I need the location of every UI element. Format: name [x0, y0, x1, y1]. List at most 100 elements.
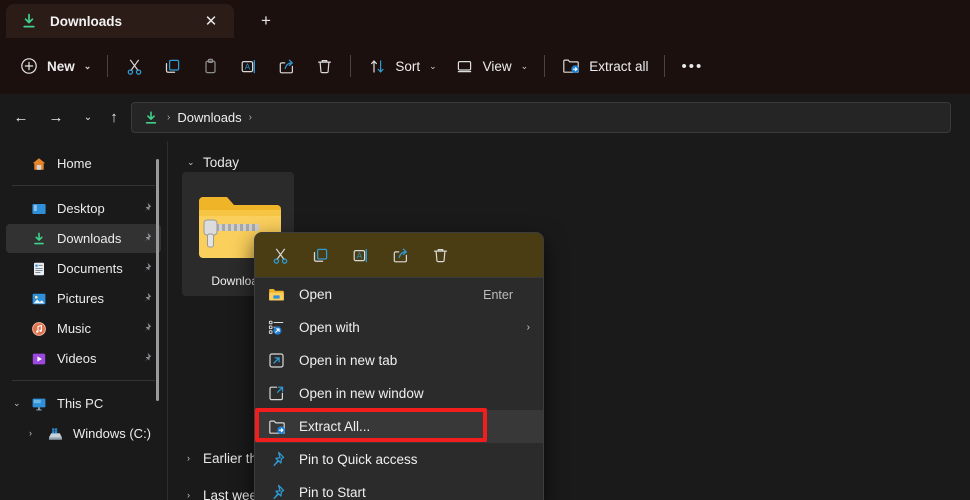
sidebar-item-pictures[interactable]: Pictures [6, 284, 161, 313]
sidebar-item-documents[interactable]: Documents [6, 254, 161, 283]
breadcrumb-separator[interactable]: › [249, 112, 252, 123]
toolbar-divider [544, 55, 546, 77]
context-menu-item-label: Pin to Quick access [299, 452, 418, 467]
group-label: Today [203, 154, 240, 170]
scissors-icon [124, 56, 144, 76]
context-menu-item-open-in-new-window[interactable]: Open in new window [255, 377, 543, 410]
extract-folder-icon [267, 417, 286, 436]
title-bar: Downloads ✕ + [0, 0, 970, 38]
copy-icon [162, 56, 182, 76]
sidebar-item-label: Windows (C:) [73, 426, 152, 441]
rename-button[interactable]: A [343, 239, 377, 271]
tab-title: Downloads [50, 13, 123, 29]
breadcrumb[interactable]: › Downloads › [131, 102, 951, 133]
new-window-icon [267, 384, 286, 403]
tab-downloads[interactable]: Downloads ✕ [6, 4, 234, 38]
context-menu-item-pin-to-start[interactable]: Pin to Start [255, 476, 543, 500]
sidebar-item-windows-c[interactable]: › Windows (C:) [6, 419, 161, 448]
context-menu-item-open-in-new-tab[interactable]: Open in new tab [255, 344, 543, 377]
context-menu-item-label: Open in new window [299, 386, 424, 401]
ellipsis-icon: ••• [681, 57, 704, 75]
sort-label: Sort [395, 58, 421, 74]
new-button[interactable]: New ⌄ [10, 49, 100, 83]
share-button[interactable] [267, 49, 305, 83]
documents-icon [30, 260, 47, 277]
sidebar-item-downloads[interactable]: Downloads [6, 224, 161, 253]
chevron-right-icon[interactable]: › [187, 453, 203, 463]
download-icon [142, 109, 160, 127]
download-icon [20, 12, 38, 30]
navigation-sidebar: Home Desktop Downloads Documents Picture… [0, 141, 168, 500]
sidebar-item-label: Desktop [57, 201, 105, 216]
view-label: View [482, 58, 512, 74]
close-icon[interactable]: ✕ [198, 8, 224, 34]
cut-button[interactable] [115, 49, 153, 83]
chevron-down-icon[interactable]: ⌄ [13, 398, 21, 409]
pin-icon [267, 483, 286, 500]
download-icon [30, 230, 47, 247]
sidebar-scrollbar[interactable] [156, 159, 159, 401]
trash-icon [314, 56, 334, 76]
pin-icon[interactable] [139, 231, 153, 245]
group-header-today[interactable]: ⌄ Today [187, 150, 239, 174]
drive-icon [46, 425, 63, 442]
chevron-down-icon[interactable]: ⌄ [187, 157, 203, 168]
clipboard-icon [200, 56, 220, 76]
svg-text:A: A [356, 251, 362, 260]
sidebar-item-music[interactable]: Music [6, 314, 161, 343]
forward-button[interactable]: → [41, 102, 71, 132]
share-icon [276, 56, 296, 76]
new-tab-button[interactable]: + [252, 8, 280, 34]
pin-icon[interactable] [139, 261, 153, 275]
plus-circle-icon [19, 56, 39, 76]
rename-button[interactable]: A [229, 49, 267, 83]
pictures-icon [30, 290, 47, 307]
toolbar-divider [107, 55, 109, 77]
copy-button[interactable] [153, 49, 191, 83]
shortcut-label: Enter [483, 287, 513, 302]
chevron-right-icon[interactable]: › [29, 428, 32, 438]
delete-button[interactable] [305, 49, 343, 83]
context-menu-item-extract-all[interactable]: Extract All... [255, 410, 543, 443]
context-menu-item-open-with[interactable]: Open with › [255, 311, 543, 344]
svg-text:A: A [245, 62, 251, 71]
context-menu-item-label: Extract All... [299, 419, 371, 434]
breadcrumb-folder[interactable]: Downloads [177, 110, 241, 125]
context-menu-item-label: Open [299, 287, 333, 302]
delete-button[interactable] [423, 239, 457, 271]
share-button[interactable] [383, 239, 417, 271]
address-bar: ← → ⌄ ↑ › Downloads › [0, 94, 970, 141]
pin-icon[interactable] [139, 351, 153, 365]
back-button[interactable]: ← [6, 102, 36, 132]
group-header-earlier-this[interactable]: › Earlier thi [187, 446, 260, 470]
sidebar-item-home[interactable]: Home [6, 149, 161, 178]
chevron-down-icon: ⌄ [429, 60, 437, 71]
pin-icon[interactable] [139, 201, 153, 215]
chevron-right-icon[interactable]: › [187, 490, 203, 500]
context-menu-item-open[interactable]: Open Enter [255, 278, 543, 311]
cut-button[interactable] [263, 239, 297, 271]
group-header-last-week[interactable]: › Last week [187, 483, 264, 500]
context-menu-item-label: Pin to Start [299, 485, 366, 500]
pin-icon [267, 450, 286, 469]
context-menu-item-pin-to-quick-access[interactable]: Pin to Quick access [255, 443, 543, 476]
pin-icon[interactable] [139, 321, 153, 335]
copy-button[interactable] [303, 239, 337, 271]
chevron-right-icon: › [526, 322, 530, 333]
breadcrumb-separator: › [167, 112, 171, 123]
more-options-button[interactable]: ••• [672, 49, 712, 83]
sidebar-item-label: Pictures [57, 291, 104, 306]
context-menu-icon-row: A [255, 233, 543, 278]
sidebar-item-videos[interactable]: Videos [6, 344, 161, 373]
extract-all-button[interactable]: Extract all [552, 49, 657, 83]
sidebar-item-desktop[interactable]: Desktop [6, 194, 161, 223]
up-button[interactable]: ↑ [99, 102, 129, 132]
paste-button[interactable] [191, 49, 229, 83]
context-menu-item-label: Open with [299, 320, 360, 335]
pin-icon[interactable] [139, 291, 153, 305]
sidebar-item-this-pc[interactable]: ⌄ This PC [6, 389, 161, 418]
view-button[interactable]: View ⌄ [446, 49, 538, 83]
extract-folder-icon [561, 56, 581, 76]
sort-button[interactable]: Sort ⌄ [358, 49, 445, 83]
sidebar-item-label: Documents [57, 261, 123, 276]
